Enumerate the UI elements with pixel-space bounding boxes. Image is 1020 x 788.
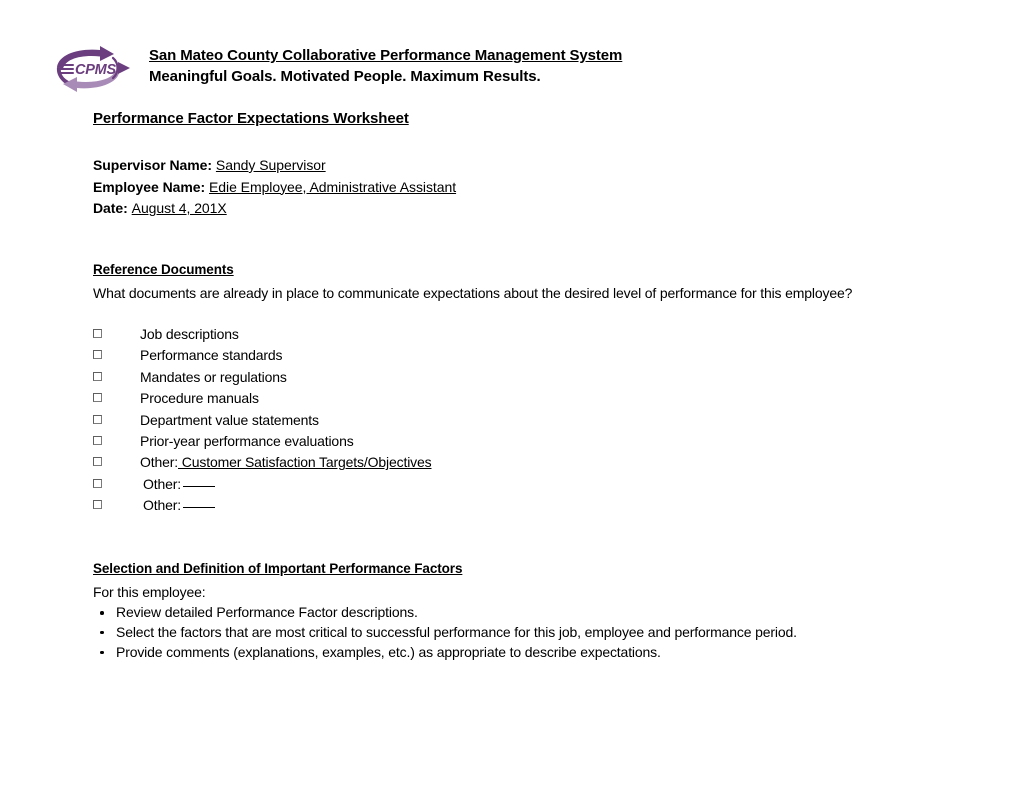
reference-documents-question: What documents are already in place to c… [93,285,853,301]
checklist-item[interactable]: Job descriptions [93,324,693,345]
bullet-list-item-text: Provide comments (explanations, examples… [116,643,661,660]
checklist-item[interactable]: Procedure manuals [93,388,693,409]
checklist-item-label: Procedure manuals [140,390,259,407]
checkbox-icon[interactable] [93,500,102,510]
checklist-item-label: Performance standards [140,347,283,364]
checklist-item[interactable]: Performance standards [93,345,693,366]
checklist-item[interactable]: Department value statements [93,410,693,431]
reference-documents-checklist: Job descriptions Performance standards Man… [93,324,693,517]
selection-section-heading: Selection and Definition of Important Pe… [93,561,463,576]
date-label: Date: [93,200,128,216]
checklist-item-label: Other: Customer Satisfaction Targets/Obj… [140,454,432,471]
employee-name-label: Employee Name: [93,178,206,195]
bullet-list-item-text: Review detailed Performance Factor descr… [116,604,418,620]
employee-name-row: Employee Name: Edie Employee, Administra… [93,177,793,199]
checklist-item[interactable]: Other: [93,495,693,516]
checklist-item[interactable]: Mandates or regulations [93,367,693,388]
checkbox-icon[interactable] [93,393,102,403]
checkbox-icon[interactable] [93,457,102,467]
header-text-block: San Mateo County Collaborative Performan… [149,46,622,88]
checklist-item-label: Job descriptions [140,326,239,342]
reference-documents-heading: Reference Documents [93,262,234,277]
cpms-logo-icon: CPMS [44,44,139,94]
checkbox-icon[interactable] [93,350,102,360]
bullet-dot-icon [100,650,104,655]
bullet-list-item: Select the factors that are most critica… [93,623,993,643]
checkbox-icon[interactable] [93,329,102,338]
organization-tagline: Meaningful Goals. Motivated People. Maxi… [149,68,541,85]
blank-write-in-line[interactable] [183,485,216,487]
organization-title: San Mateo County Collaborative Performan… [149,47,623,64]
supervisor-name-row: Supervisor Name: Sandy Supervisor [93,155,793,177]
checklist-item[interactable]: Other: [93,474,693,495]
bullet-list-item-text: Select the factors that are most critica… [116,623,797,640]
bullet-list-item: Provide comments (explanations, examples… [93,643,993,663]
bullet-list-item: Review detailed Performance Factor descr… [93,603,993,623]
checkbox-icon[interactable] [93,371,102,381]
selection-section: Selection and Definition of Important Pe… [93,559,993,662]
document-page: CPMS San Mateo County Collaborative Perf… [0,0,1020,788]
employee-name-value[interactable]: Edie Employee, Administrative Assistant [209,179,456,195]
checklist-item-value[interactable]: Customer Satisfaction Targets/Objectives [178,454,432,470]
selection-bullet-list: Review detailed Performance Factor descr… [93,603,993,662]
checklist-item-label: Prior-year performance evaluations [140,432,354,449]
svg-text:CPMS: CPMS [75,62,116,78]
selection-section-intro: For this employee: [93,584,206,600]
checklist-item-label: Mandates or regulations [140,368,287,385]
checklist-item-label: Other: [143,495,216,516]
checklist-item[interactable]: Other: Customer Satisfaction Targets/Obj… [93,452,693,473]
document-header: CPMS San Mateo County Collaborative Perf… [44,40,944,96]
checkbox-icon[interactable] [93,414,102,424]
reference-documents-section: Reference Documents What documents are a… [93,260,973,304]
bullet-dot-icon [100,630,104,635]
date-row: Date: August 4, 201X [93,198,793,220]
page-title: Performance Factor Expectations Workshee… [93,110,409,127]
bullet-dot-icon [100,611,104,615]
checkbox-icon[interactable] [93,435,102,445]
checklist-item[interactable]: Prior-year performance evaluations [93,431,693,452]
meta-fields: Supervisor Name: Sandy Supervisor Employ… [93,155,793,220]
checklist-item-label: Department value statements [140,411,319,428]
checklist-item-label: Other: [143,474,216,495]
supervisor-name-label: Supervisor Name: [93,157,213,173]
date-value[interactable]: August 4, 201X [132,200,227,216]
supervisor-name-value[interactable]: Sandy Supervisor [216,157,326,173]
checkbox-icon[interactable] [93,478,102,488]
blank-write-in-line[interactable] [183,507,216,509]
